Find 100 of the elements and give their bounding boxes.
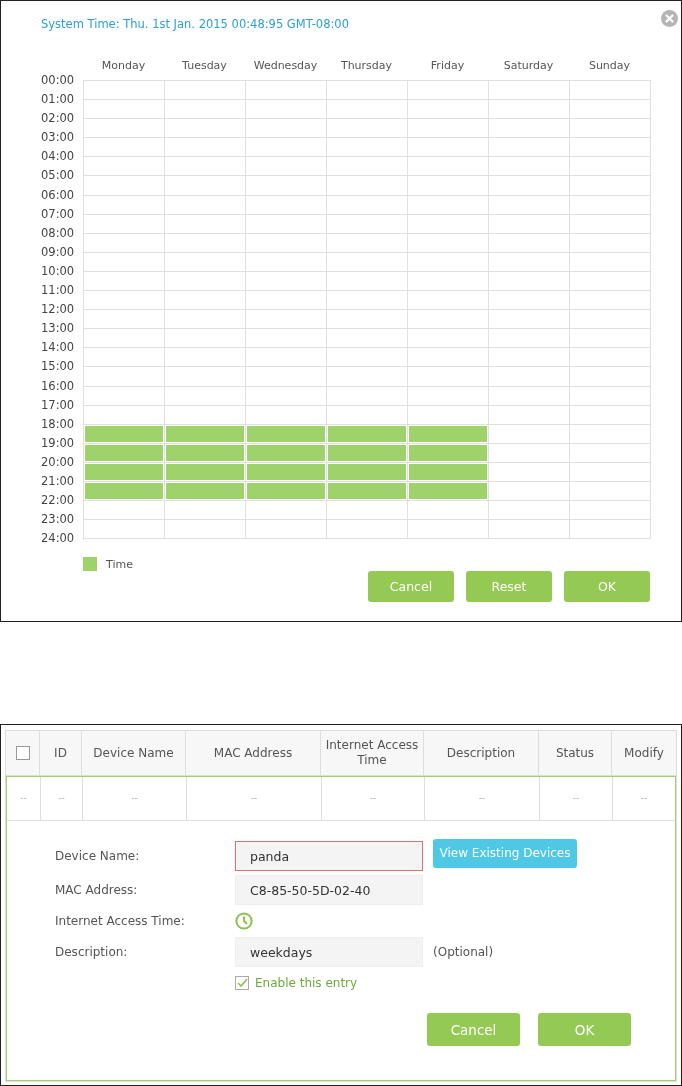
time-slot[interactable] — [408, 176, 489, 196]
time-slot[interactable] — [570, 481, 651, 502]
time-slot[interactable] — [489, 233, 570, 253]
time-slot[interactable] — [327, 252, 408, 272]
time-slot[interactable] — [327, 501, 408, 521]
time-slot[interactable] — [327, 291, 408, 311]
time-slot[interactable] — [408, 348, 489, 368]
time-slot[interactable] — [408, 138, 489, 158]
time-slot[interactable] — [246, 310, 327, 330]
time-slot[interactable] — [489, 481, 570, 502]
time-slot[interactable] — [165, 214, 246, 234]
close-icon[interactable] — [661, 10, 678, 27]
enable-checkbox[interactable] — [235, 976, 249, 990]
dialog-button[interactable]: OK — [564, 571, 650, 603]
time-slot[interactable] — [489, 291, 570, 311]
time-slot[interactable] — [246, 462, 327, 482]
time-slot[interactable] — [489, 443, 570, 463]
time-slot[interactable] — [165, 405, 246, 425]
time-slot[interactable] — [327, 424, 408, 444]
time-slot[interactable] — [246, 443, 327, 463]
time-slot[interactable] — [84, 176, 165, 196]
time-slot[interactable] — [408, 367, 489, 387]
time-slot[interactable] — [489, 119, 570, 139]
time-slot[interactable] — [489, 405, 570, 425]
dialog-button[interactable]: Reset — [466, 571, 552, 603]
time-slot[interactable] — [327, 481, 408, 502]
time-slot[interactable] — [327, 195, 408, 215]
time-slot[interactable] — [165, 386, 246, 406]
time-slot[interactable] — [246, 252, 327, 272]
time-slot[interactable] — [489, 520, 570, 540]
time-slot[interactable] — [408, 501, 489, 521]
time-slot[interactable] — [408, 252, 489, 272]
time-slot[interactable] — [489, 424, 570, 444]
time-slot[interactable] — [327, 348, 408, 368]
time-slot[interactable] — [246, 81, 327, 101]
time-slot[interactable] — [489, 100, 570, 120]
time-slot[interactable] — [327, 520, 408, 540]
time-slot[interactable] — [84, 367, 165, 387]
time-slot[interactable] — [246, 138, 327, 158]
time-slot[interactable] — [327, 386, 408, 406]
time-slot[interactable] — [84, 271, 165, 292]
form-button[interactable]: OK — [538, 1013, 631, 1046]
time-slot[interactable] — [84, 386, 165, 406]
time-slot[interactable] — [165, 291, 246, 311]
time-slot[interactable] — [408, 424, 489, 444]
time-slot[interactable] — [327, 157, 408, 177]
time-slot[interactable] — [84, 462, 165, 482]
time-slot[interactable] — [570, 138, 651, 158]
time-slot[interactable] — [408, 119, 489, 139]
time-slot[interactable] — [570, 81, 651, 101]
time-slot[interactable] — [408, 271, 489, 292]
time-slot[interactable] — [408, 329, 489, 349]
time-slot[interactable] — [246, 157, 327, 177]
time-slot[interactable] — [246, 329, 327, 349]
time-slot[interactable] — [246, 233, 327, 253]
time-slot[interactable] — [165, 310, 246, 330]
time-slot[interactable] — [489, 501, 570, 521]
time-slot[interactable] — [327, 310, 408, 330]
time-slot[interactable] — [84, 100, 165, 120]
time-slot[interactable] — [408, 291, 489, 311]
time-slot[interactable] — [327, 405, 408, 425]
time-slot[interactable] — [570, 405, 651, 425]
time-slot[interactable] — [84, 520, 165, 540]
time-slot[interactable] — [246, 501, 327, 521]
time-slot[interactable] — [246, 520, 327, 540]
time-slot[interactable] — [165, 348, 246, 368]
time-slot[interactable] — [570, 157, 651, 177]
time-slot[interactable] — [570, 520, 651, 540]
time-slot[interactable] — [84, 291, 165, 311]
time-slot[interactable] — [165, 157, 246, 177]
time-slot[interactable] — [84, 405, 165, 425]
time-slot[interactable] — [84, 348, 165, 368]
time-slot[interactable] — [327, 329, 408, 349]
time-slot[interactable] — [165, 443, 246, 463]
time-slot[interactable] — [489, 195, 570, 215]
time-slot[interactable] — [84, 443, 165, 463]
time-slot[interactable] — [570, 119, 651, 139]
time-slot[interactable] — [246, 481, 327, 502]
time-slot[interactable] — [84, 329, 165, 349]
time-slot[interactable] — [84, 214, 165, 234]
time-slot[interactable] — [165, 138, 246, 158]
time-slot[interactable] — [327, 214, 408, 234]
time-slot[interactable] — [165, 501, 246, 521]
time-slot[interactable] — [489, 138, 570, 158]
time-slot[interactable] — [570, 233, 651, 253]
time-slot[interactable] — [165, 462, 246, 482]
time-slot[interactable] — [408, 481, 489, 502]
time-slot[interactable] — [84, 233, 165, 253]
dialog-button[interactable]: Cancel — [368, 571, 454, 603]
time-slot[interactable] — [84, 81, 165, 101]
time-slot[interactable] — [165, 81, 246, 101]
time-slot[interactable] — [489, 462, 570, 482]
time-slot[interactable] — [327, 81, 408, 101]
time-slot[interactable] — [408, 157, 489, 177]
time-slot[interactable] — [84, 119, 165, 139]
time-slot[interactable] — [84, 310, 165, 330]
time-slot[interactable] — [165, 424, 246, 444]
time-slot[interactable] — [246, 176, 327, 196]
time-slot[interactable] — [246, 367, 327, 387]
time-slot[interactable] — [489, 81, 570, 101]
